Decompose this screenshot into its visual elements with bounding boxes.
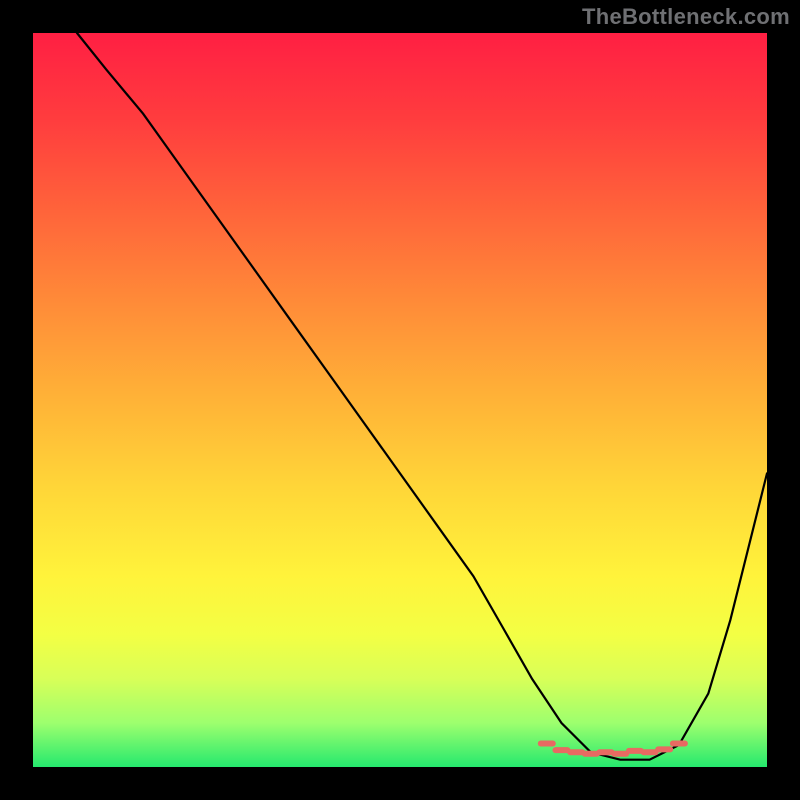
bottleneck-curve: [77, 33, 767, 760]
watermark-text: TheBottleneck.com: [582, 4, 790, 30]
chart-svg: [33, 33, 767, 767]
plot-area: [33, 33, 767, 767]
chart-frame: TheBottleneck.com: [0, 0, 800, 800]
optimal-zone-marker: [541, 744, 685, 754]
